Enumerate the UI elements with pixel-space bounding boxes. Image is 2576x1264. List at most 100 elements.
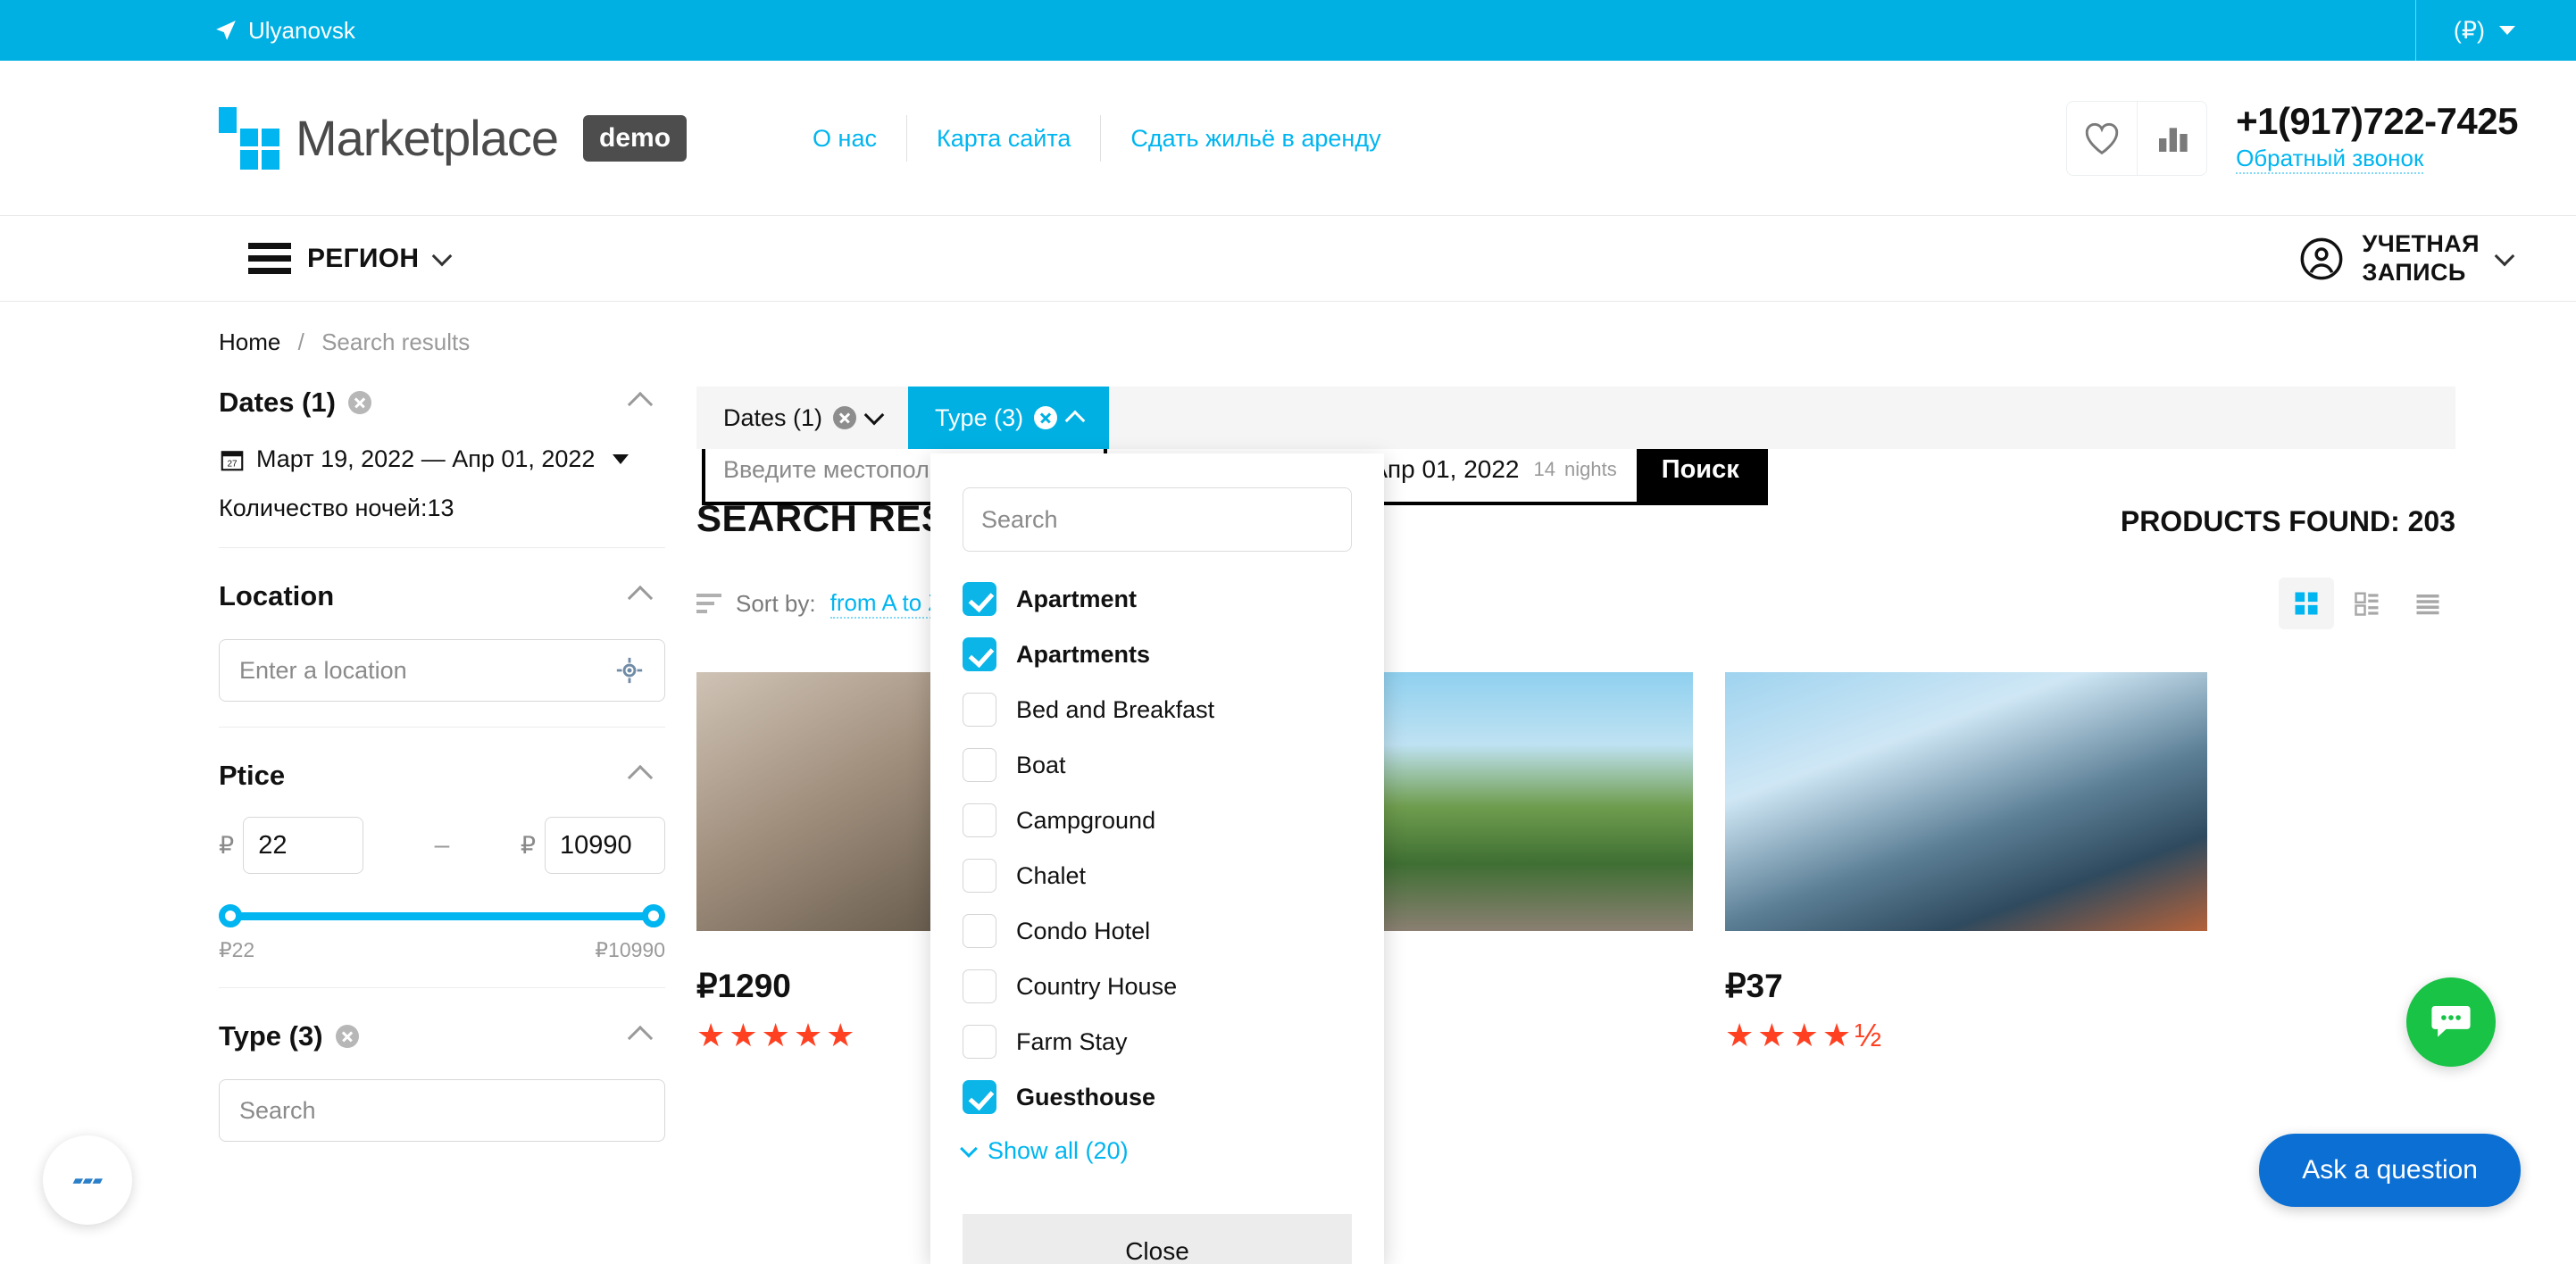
dropdown-close-button[interactable]: Close <box>963 1214 1352 1264</box>
phone-number[interactable]: +1(917)722-7425 <box>2236 101 2518 141</box>
currency-selector[interactable]: (₽) <box>2414 0 2515 61</box>
chevron-up-icon <box>627 764 654 791</box>
corner-widget-button[interactable]: ▰▰▰ <box>43 1135 132 1225</box>
compact-view-button[interactable] <box>2400 578 2455 629</box>
currency-symbol: ₽ <box>219 831 235 859</box>
checkbox-icon[interactable] <box>963 1080 996 1114</box>
dropdown-option-boat[interactable]: Boat <box>963 737 1352 793</box>
checkbox-icon[interactable] <box>963 969 996 1003</box>
location-arrow-icon <box>216 21 236 40</box>
breadcrumb: Home / Search results <box>219 328 2576 356</box>
site-header: Marketplace demo О нас Карта сайта Сдать… <box>0 61 2576 216</box>
sort-icon <box>696 594 721 613</box>
logo-mark-icon <box>219 106 283 170</box>
show-all-link[interactable]: Show all (20) <box>960 1137 1352 1165</box>
location-filter-field[interactable] <box>219 639 665 702</box>
location-filter-input[interactable] <box>239 656 614 685</box>
search-row: РЕГИОН 27 Март 18, 2022 — Апр 01, 2022 1… <box>0 216 2576 502</box>
filter-header-location[interactable]: Location <box>219 580 665 612</box>
grid-view-icon <box>2295 592 2318 615</box>
region-selector[interactable]: РЕГИОН <box>248 243 453 274</box>
city-selector[interactable]: Ulyanovsk <box>214 17 355 45</box>
favorites-button[interactable] <box>2067 102 2137 175</box>
logo[interactable]: Marketplace demo <box>219 106 688 170</box>
dropdown-option-campground[interactable]: Campground <box>963 793 1352 848</box>
chevron-down-icon <box>2494 245 2515 266</box>
dropdown-option-apartments[interactable]: Apartments <box>963 627 1352 682</box>
sidebar-date-range[interactable]: 27 Март 19, 2022 — Апр 01, 2022 <box>219 445 665 473</box>
filter-title-price: Ptice <box>219 760 286 791</box>
dropdown-option-bed-and-breakfast[interactable]: Bed and Breakfast <box>963 682 1352 737</box>
type-filter-search-input[interactable] <box>239 1096 645 1125</box>
price-min-group: ₽ <box>219 817 364 874</box>
header-right: +1(917)722-7425 Обратный звонок <box>2066 100 2518 176</box>
checkbox-icon[interactable] <box>963 637 996 671</box>
filter-chip-type[interactable]: Type (3) <box>908 387 1110 449</box>
clear-dates-filter-button[interactable] <box>347 391 371 414</box>
option-label: Farm Stay <box>1016 1027 1128 1055</box>
slider-track <box>228 912 656 920</box>
nav-item-sitemap[interactable]: Карта сайта <box>905 114 1100 162</box>
dropdown-search-field[interactable] <box>963 487 1352 552</box>
product-image <box>1725 672 2207 931</box>
sort-control[interactable]: Sort by: from A to Z <box>696 589 943 619</box>
option-label: Campground <box>1016 806 1156 834</box>
user-circle-icon <box>2300 237 2342 279</box>
chat-widget-button[interactable] <box>2406 977 2496 1067</box>
ask-question-button[interactable]: Ask a question <box>2259 1134 2521 1207</box>
option-label: Guesthouse <box>1016 1083 1156 1110</box>
checkbox-icon[interactable] <box>963 859 996 893</box>
slider-handle-max[interactable] <box>642 904 665 927</box>
checkbox-icon[interactable] <box>963 693 996 727</box>
checkbox-icon[interactable] <box>963 582 996 616</box>
slider-handle-min[interactable] <box>219 904 242 927</box>
slider-labels: ₽22 ₽10990 <box>219 938 665 962</box>
compare-button[interactable] <box>2137 101 2206 175</box>
filter-title-location: Location <box>219 580 335 611</box>
account-menu[interactable]: УЧЕТНАЯ ЗАПИСЬ <box>2298 230 2515 287</box>
dropdown-option-condo-hotel[interactable]: Condo Hotel <box>963 903 1352 959</box>
grid-view-button[interactable] <box>2279 578 2334 629</box>
chip-label: Dates (1) <box>723 403 823 431</box>
sidebar-nights-text: Количество ночей:13 <box>219 495 454 521</box>
nav-item-about[interactable]: О нас <box>783 115 906 162</box>
filter-header-dates[interactable]: Dates (1) <box>219 387 665 419</box>
option-label: Bed and Breakfast <box>1016 695 1215 723</box>
price-range-slider[interactable] <box>219 904 665 927</box>
filter-chip-dates[interactable]: Dates (1) <box>696 387 908 449</box>
breadcrumb-home[interactable]: Home <box>219 328 280 355</box>
show-all-label: Show all (20) <box>988 1137 1129 1164</box>
slider-min-label: ₽22 <box>219 938 255 961</box>
clear-type-filter-button[interactable] <box>335 1025 359 1048</box>
type-filter-search-field[interactable] <box>219 1079 665 1142</box>
filter-header-type[interactable]: Type (3) <box>219 1020 665 1052</box>
checkbox-icon[interactable] <box>963 914 996 948</box>
list-view-icon <box>2355 592 2379 616</box>
dropdown-option-farm-stay[interactable]: Farm Stay <box>963 1014 1352 1069</box>
chip-clear-icon[interactable] <box>833 406 857 429</box>
checkbox-icon[interactable] <box>963 748 996 782</box>
price-max-input[interactable] <box>545 817 665 874</box>
dropdown-option-guesthouse[interactable]: Guesthouse <box>963 1069 1352 1125</box>
checkbox-icon[interactable] <box>963 1025 996 1059</box>
chip-clear-icon[interactable] <box>1034 406 1058 429</box>
filter-header-price[interactable]: Ptice <box>219 760 665 792</box>
checkbox-icon[interactable] <box>963 803 996 837</box>
price-min-input[interactable] <box>243 817 364 874</box>
filters-sidebar: Dates (1) 27 Март 19, 2022 — Апр 01, 202… <box>219 387 665 1167</box>
dropdown-search-input[interactable] <box>981 505 1333 534</box>
dropdown-option-chalet[interactable]: Chalet <box>963 848 1352 903</box>
chevron-up-icon <box>1064 410 1086 431</box>
crosshair-icon[interactable] <box>614 655 645 686</box>
option-label: Condo Hotel <box>1016 917 1151 944</box>
sort-value[interactable]: from A to Z <box>829 589 943 619</box>
nav-item-rent-out[interactable]: Сдать жильё в аренду <box>1100 114 1410 162</box>
callback-link[interactable]: Обратный звонок <box>2236 145 2424 175</box>
phone-block: +1(917)722-7425 Обратный звонок <box>2236 101 2518 175</box>
dropdown-option-country-house[interactable]: Country House <box>963 959 1352 1014</box>
product-card[interactable]: ₽37 ★★★★½ <box>1725 672 2207 1052</box>
list-view-button[interactable] <box>2339 578 2395 629</box>
chevron-down-icon <box>960 1139 978 1158</box>
products-found-label: PRODUCTS FOUND: 203 <box>2120 505 2455 537</box>
dropdown-option-apartment[interactable]: Apartment <box>963 571 1352 627</box>
